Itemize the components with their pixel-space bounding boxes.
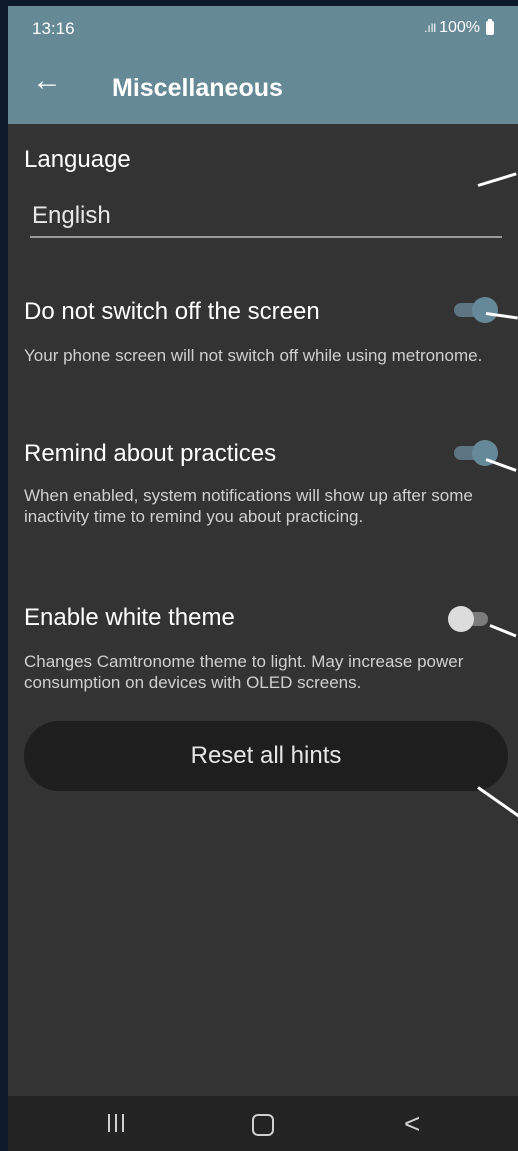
battery-icon <box>486 19 494 35</box>
home-icon[interactable] <box>252 1114 274 1136</box>
status-indicators: .ıll 100% <box>424 19 494 37</box>
white-theme-description: Changes Camtronome theme to light. May i… <box>24 652 464 692</box>
annotation-line <box>477 786 518 819</box>
switch-thumb <box>448 606 474 632</box>
status-time: 13:16 <box>32 19 75 38</box>
language-select[interactable]: English <box>30 196 502 238</box>
status-bar: 13:16 .ıll 100% <box>8 6 518 48</box>
signal-icon: .ıll <box>424 21 437 35</box>
keep-screen-on-description: Your phone screen will not switch off wh… <box>24 346 483 365</box>
remind-practices-description: When enabled, system notifications will … <box>24 486 473 526</box>
keep-screen-on-label: Do not switch off the screen <box>24 298 320 325</box>
reset-hints-label: Reset all hints <box>190 742 342 769</box>
remind-practices-label: Remind about practices <box>24 440 277 467</box>
language-label: Language <box>24 146 131 173</box>
language-value: English <box>32 202 111 229</box>
app-bar: ← Miscellaneous <box>8 48 518 124</box>
recents-icon[interactable] <box>108 1114 124 1132</box>
back-icon[interactable]: < <box>404 1108 420 1140</box>
white-theme-switch[interactable] <box>448 606 488 632</box>
back-arrow-icon[interactable]: ← <box>32 64 62 98</box>
phone-screen: 13:16 .ıll 100% ← Miscellaneous Language… <box>8 6 518 1151</box>
white-theme-label: Enable white theme <box>24 604 235 631</box>
keep-screen-on-switch[interactable] <box>454 297 498 323</box>
system-nav-bar: < <box>8 1096 518 1151</box>
reset-hints-button[interactable]: Reset all hints <box>24 721 508 791</box>
switch-thumb <box>472 297 498 323</box>
battery-level: 100% <box>439 19 480 36</box>
annotation-line <box>489 624 517 638</box>
annotation-line <box>477 172 517 187</box>
annotation-line <box>485 458 517 472</box>
page-title: Miscellaneous <box>112 74 283 102</box>
